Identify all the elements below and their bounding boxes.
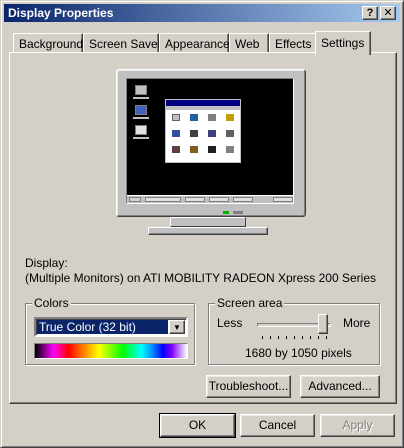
desktop-icon-caption [133, 117, 149, 119]
display-properties-window: Display Properties ? ✕ Background Screen… [0, 0, 404, 448]
tab-settings[interactable]: Settings [315, 31, 371, 55]
troubleshoot-button[interactable]: Troubleshoot... [206, 375, 291, 398]
tab-web[interactable]: Web [229, 33, 269, 53]
window-title: Display Properties [8, 6, 114, 20]
preview-tray [273, 197, 293, 202]
folder-icon [190, 130, 198, 137]
color-spectrum-bar [34, 343, 188, 359]
slider-tick [286, 336, 287, 339]
colors-groupbox: Colors True Color (32 bit) ▼ [25, 296, 195, 365]
resolution-text: 1680 by 1050 pixels [245, 346, 352, 360]
slider-tick [278, 336, 279, 339]
preview-taskbar [127, 195, 293, 203]
apply-button[interactable]: Apply [320, 414, 395, 437]
monitor-preview [116, 69, 306, 217]
ok-button[interactable]: OK [159, 413, 236, 438]
folder-icon [172, 130, 180, 137]
colors-legend: Colors [32, 296, 71, 310]
folder-icon [172, 146, 180, 153]
close-button[interactable]: ✕ [380, 6, 396, 20]
power-button-icon [233, 211, 243, 214]
preview-taskbar-item [233, 197, 253, 202]
slider-more-label: More [343, 316, 371, 330]
slider-tick [318, 336, 319, 339]
colors-dropdown[interactable]: True Color (32 bit) ▼ [34, 317, 188, 337]
power-led-icon [223, 211, 229, 214]
preview-start-button [129, 197, 141, 202]
folder-icon [190, 114, 198, 121]
folder-icon [208, 114, 216, 121]
monitor-neck [170, 217, 246, 227]
colors-selected-value: True Color (32 bit) [37, 320, 168, 334]
recycle-bin-icon [135, 125, 147, 135]
screen-area-groupbox: Screen area Less More 1680 by 1050 pixel… [208, 296, 380, 365]
settings-panel: Display: (Multiple Monitors) on ATI MOBI… [9, 52, 397, 404]
folder-icon [226, 130, 234, 137]
screen-area-legend: Screen area [215, 296, 285, 310]
preview-taskbar-item [145, 197, 181, 202]
folder-icon [172, 114, 180, 121]
help-button[interactable]: ? [362, 6, 378, 20]
preview-window [165, 99, 241, 163]
slider-tick [270, 336, 271, 339]
slider-less-label: Less [217, 316, 243, 330]
monitor-screen [126, 78, 294, 204]
folder-icon [208, 130, 216, 137]
desktop-icon-caption [133, 97, 149, 99]
display-adapter-text: (Multiple Monitors) on ATI MOBILITY RADE… [25, 271, 377, 285]
preview-taskbar-item [185, 197, 205, 202]
network-icon [135, 105, 147, 115]
slider-tick [302, 336, 303, 339]
preview-window-menu [166, 106, 240, 110]
monitor-base [148, 227, 268, 235]
tab-background[interactable]: Background [13, 33, 83, 53]
slider-tick [310, 336, 311, 339]
folder-icon [226, 114, 234, 121]
folder-icon [208, 146, 216, 153]
advanced-button[interactable]: Advanced... [300, 375, 380, 398]
slider-tick [326, 336, 327, 339]
preview-taskbar-item [209, 197, 229, 202]
resolution-slider-thumb[interactable] [317, 314, 328, 334]
folder-icon [190, 146, 198, 153]
tab-appearance[interactable]: Appearance [159, 33, 230, 53]
cancel-button[interactable]: Cancel [240, 414, 315, 437]
my-computer-icon [135, 85, 147, 95]
tab-effects[interactable]: Effects [269, 33, 317, 53]
display-label: Display: [25, 256, 68, 270]
desktop-icon-caption [133, 137, 149, 139]
slider-tick [262, 336, 263, 339]
tab-screen-saver[interactable]: Screen Saver [83, 33, 162, 53]
slider-tick [294, 336, 295, 339]
folder-icon [226, 146, 234, 153]
title-bar[interactable]: Display Properties ? ✕ [4, 4, 400, 22]
chevron-down-icon[interactable]: ▼ [169, 320, 185, 334]
